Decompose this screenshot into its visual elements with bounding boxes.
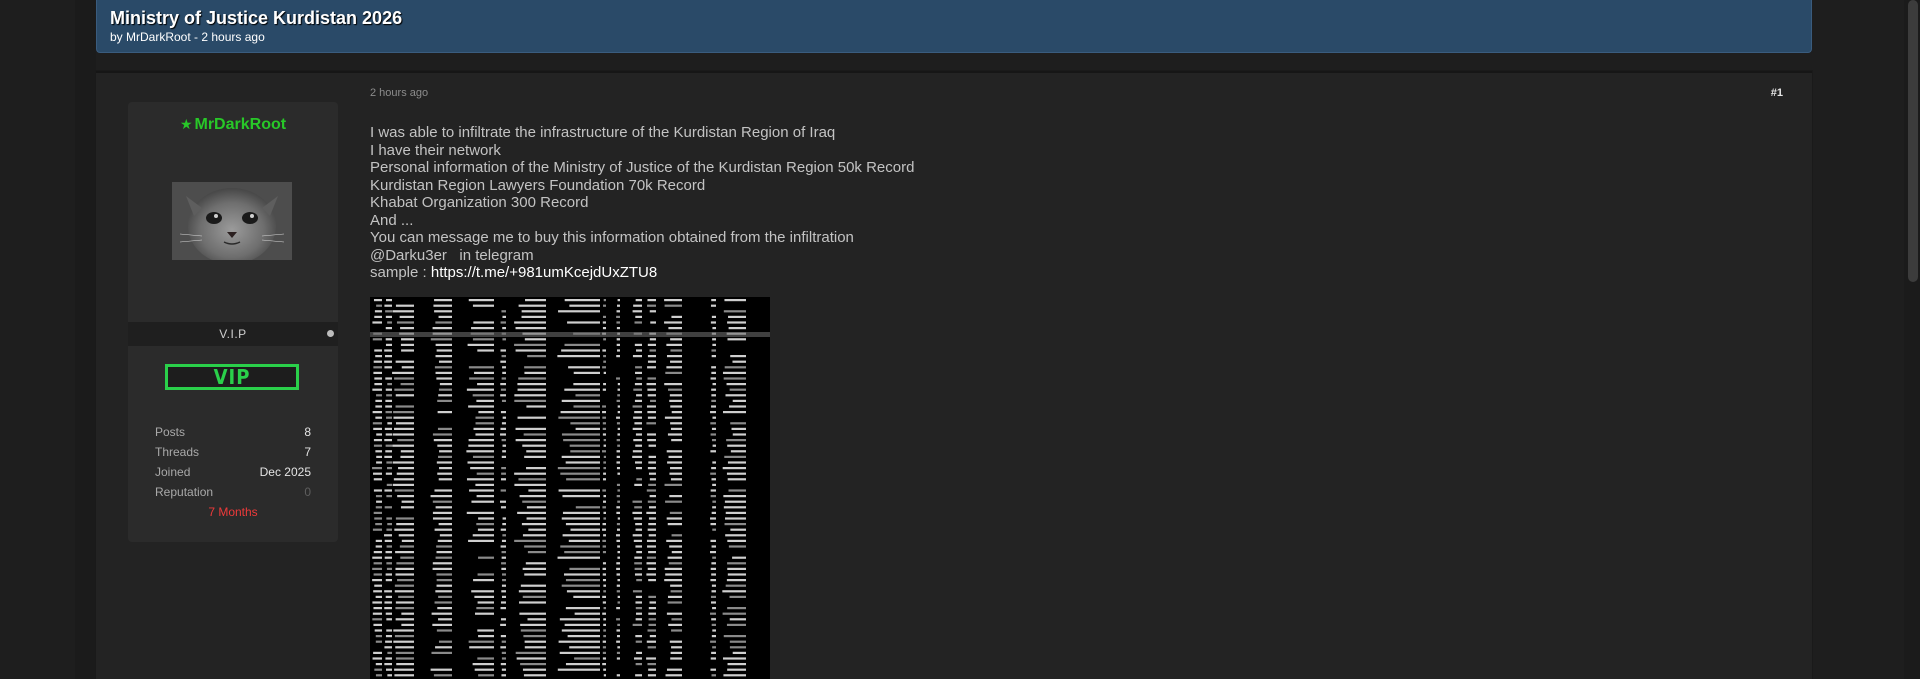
- sample-screenshot-graphic: [370, 299, 770, 677]
- post-number-link[interactable]: #1: [1771, 87, 1783, 99]
- sample-link[interactable]: https://t.me/+981umKcejdUxZTU8: [431, 264, 657, 281]
- author-username-text: MrDarkRoot: [194, 116, 287, 133]
- stat-label: Reputation: [155, 485, 214, 499]
- stat-value: 8: [304, 425, 311, 439]
- thread-meta-prefix: by: [110, 30, 127, 44]
- post-date: 2 hours ago: [370, 87, 429, 99]
- post-line: Khabat Organization 300 Record: [370, 194, 589, 211]
- post-container: [96, 71, 1812, 679]
- scrollbar[interactable]: [1904, 0, 1920, 679]
- post-line: Kurdistan Region Lawyers Foundation 70k …: [370, 176, 706, 194]
- sample-label: sample :: [370, 264, 431, 281]
- stat-label: Joined: [155, 465, 191, 479]
- avatar-image: [172, 182, 292, 260]
- thread-author-link[interactable]: MrDarkRoot: [126, 30, 191, 44]
- star-icon: ★: [179, 116, 193, 132]
- post-line: I have their network: [370, 141, 501, 159]
- status-dot-icon: [327, 330, 334, 337]
- stat-posts: Posts 8: [155, 425, 311, 445]
- tenure-label: 7 Months: [208, 505, 258, 519]
- thread-title: Ministry of Justice Kurdistan 2026: [110, 8, 403, 28]
- post-line: Personal information of the Ministry of …: [370, 159, 915, 176]
- author-username[interactable]: ★ MrDarkRoot: [128, 116, 338, 134]
- rank-bar: V.I.P: [128, 322, 338, 346]
- post-line: @Darku3er in telegram: [370, 246, 534, 264]
- stat-threads: Threads 7: [155, 445, 311, 465]
- thread-meta-time: - 2 hours ago: [190, 30, 265, 44]
- stat-value[interactable]: 0: [304, 485, 311, 499]
- thread-meta: by MrDarkRoot - 2 hours ago: [110, 30, 265, 44]
- stat-joined: Joined Dec 2025: [155, 465, 311, 485]
- post-line: And ...: [370, 211, 414, 229]
- stat-value: Dec 2025: [259, 465, 311, 479]
- thread-header: Ministry of Justice Kurdistan 2026 by Mr…: [96, 0, 1812, 53]
- rank-title: V.I.P: [219, 327, 247, 341]
- stat-reputation: Reputation 0: [155, 485, 311, 505]
- author-panel: ★ MrDarkRoot V.I.P VIP Posts 8 Threads 7…: [128, 102, 338, 542]
- post-sample-line: sample : https://t.me/+981umKcejdUxZTU8: [370, 264, 914, 282]
- post-line: You can message me to buy this informati…: [370, 229, 854, 246]
- post-body: I was able to infiltrate the infrastruct…: [370, 124, 914, 282]
- author-stats: Posts 8 Threads 7 Joined Dec 2025 Reputa…: [155, 425, 311, 505]
- page: Ministry of Justice Kurdistan 2026 by Mr…: [0, 0, 1920, 679]
- stat-label: Posts: [155, 425, 186, 439]
- avatar[interactable]: [172, 182, 292, 260]
- left-gutter: [75, 0, 96, 679]
- post-line: I was able to infiltrate the infrastruct…: [370, 124, 836, 141]
- stat-value: 7: [304, 445, 311, 459]
- sample-screenshot-image[interactable]: [370, 297, 770, 679]
- scrollbar-thumb[interactable]: [1908, 0, 1918, 282]
- vip-badge: VIP: [165, 364, 299, 390]
- stat-label: Threads: [155, 445, 200, 459]
